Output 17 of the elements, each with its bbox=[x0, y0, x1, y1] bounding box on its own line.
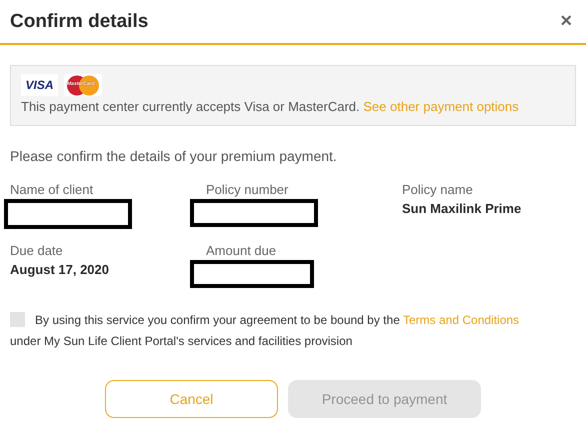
visa-logo: VISA bbox=[21, 74, 58, 96]
field-label: Due date bbox=[10, 243, 64, 258]
field-label: Policy number bbox=[206, 182, 290, 197]
field-label: Amount due bbox=[206, 243, 278, 258]
agreement-text: By using this service you confirm your agreement to be bound by the Terms and Conditions under My Sun Life Client Portal's services and facilities provision bbox=[10, 311, 520, 350]
close-button[interactable]: × bbox=[560, 10, 572, 33]
notice-text: This payment center currently accepts Visa or MasterCard. See other payment options bbox=[21, 99, 519, 114]
field-label: Name of client bbox=[10, 182, 94, 197]
agreement-checkbox[interactable] bbox=[10, 312, 25, 327]
field-value: Sun Maxilink Prime bbox=[402, 201, 522, 216]
field-label: Policy name bbox=[402, 182, 474, 197]
terms-link[interactable]: Terms and Conditions bbox=[403, 313, 520, 327]
dialog-title: Confirm details bbox=[10, 10, 148, 32]
cancel-button[interactable]: Cancel bbox=[105, 380, 278, 418]
payment-options-link[interactable]: See other payment options bbox=[363, 99, 519, 114]
intro-text: Please confirm the details of your premium payment. bbox=[10, 148, 338, 164]
field-value: August 17, 2020 bbox=[10, 262, 110, 277]
